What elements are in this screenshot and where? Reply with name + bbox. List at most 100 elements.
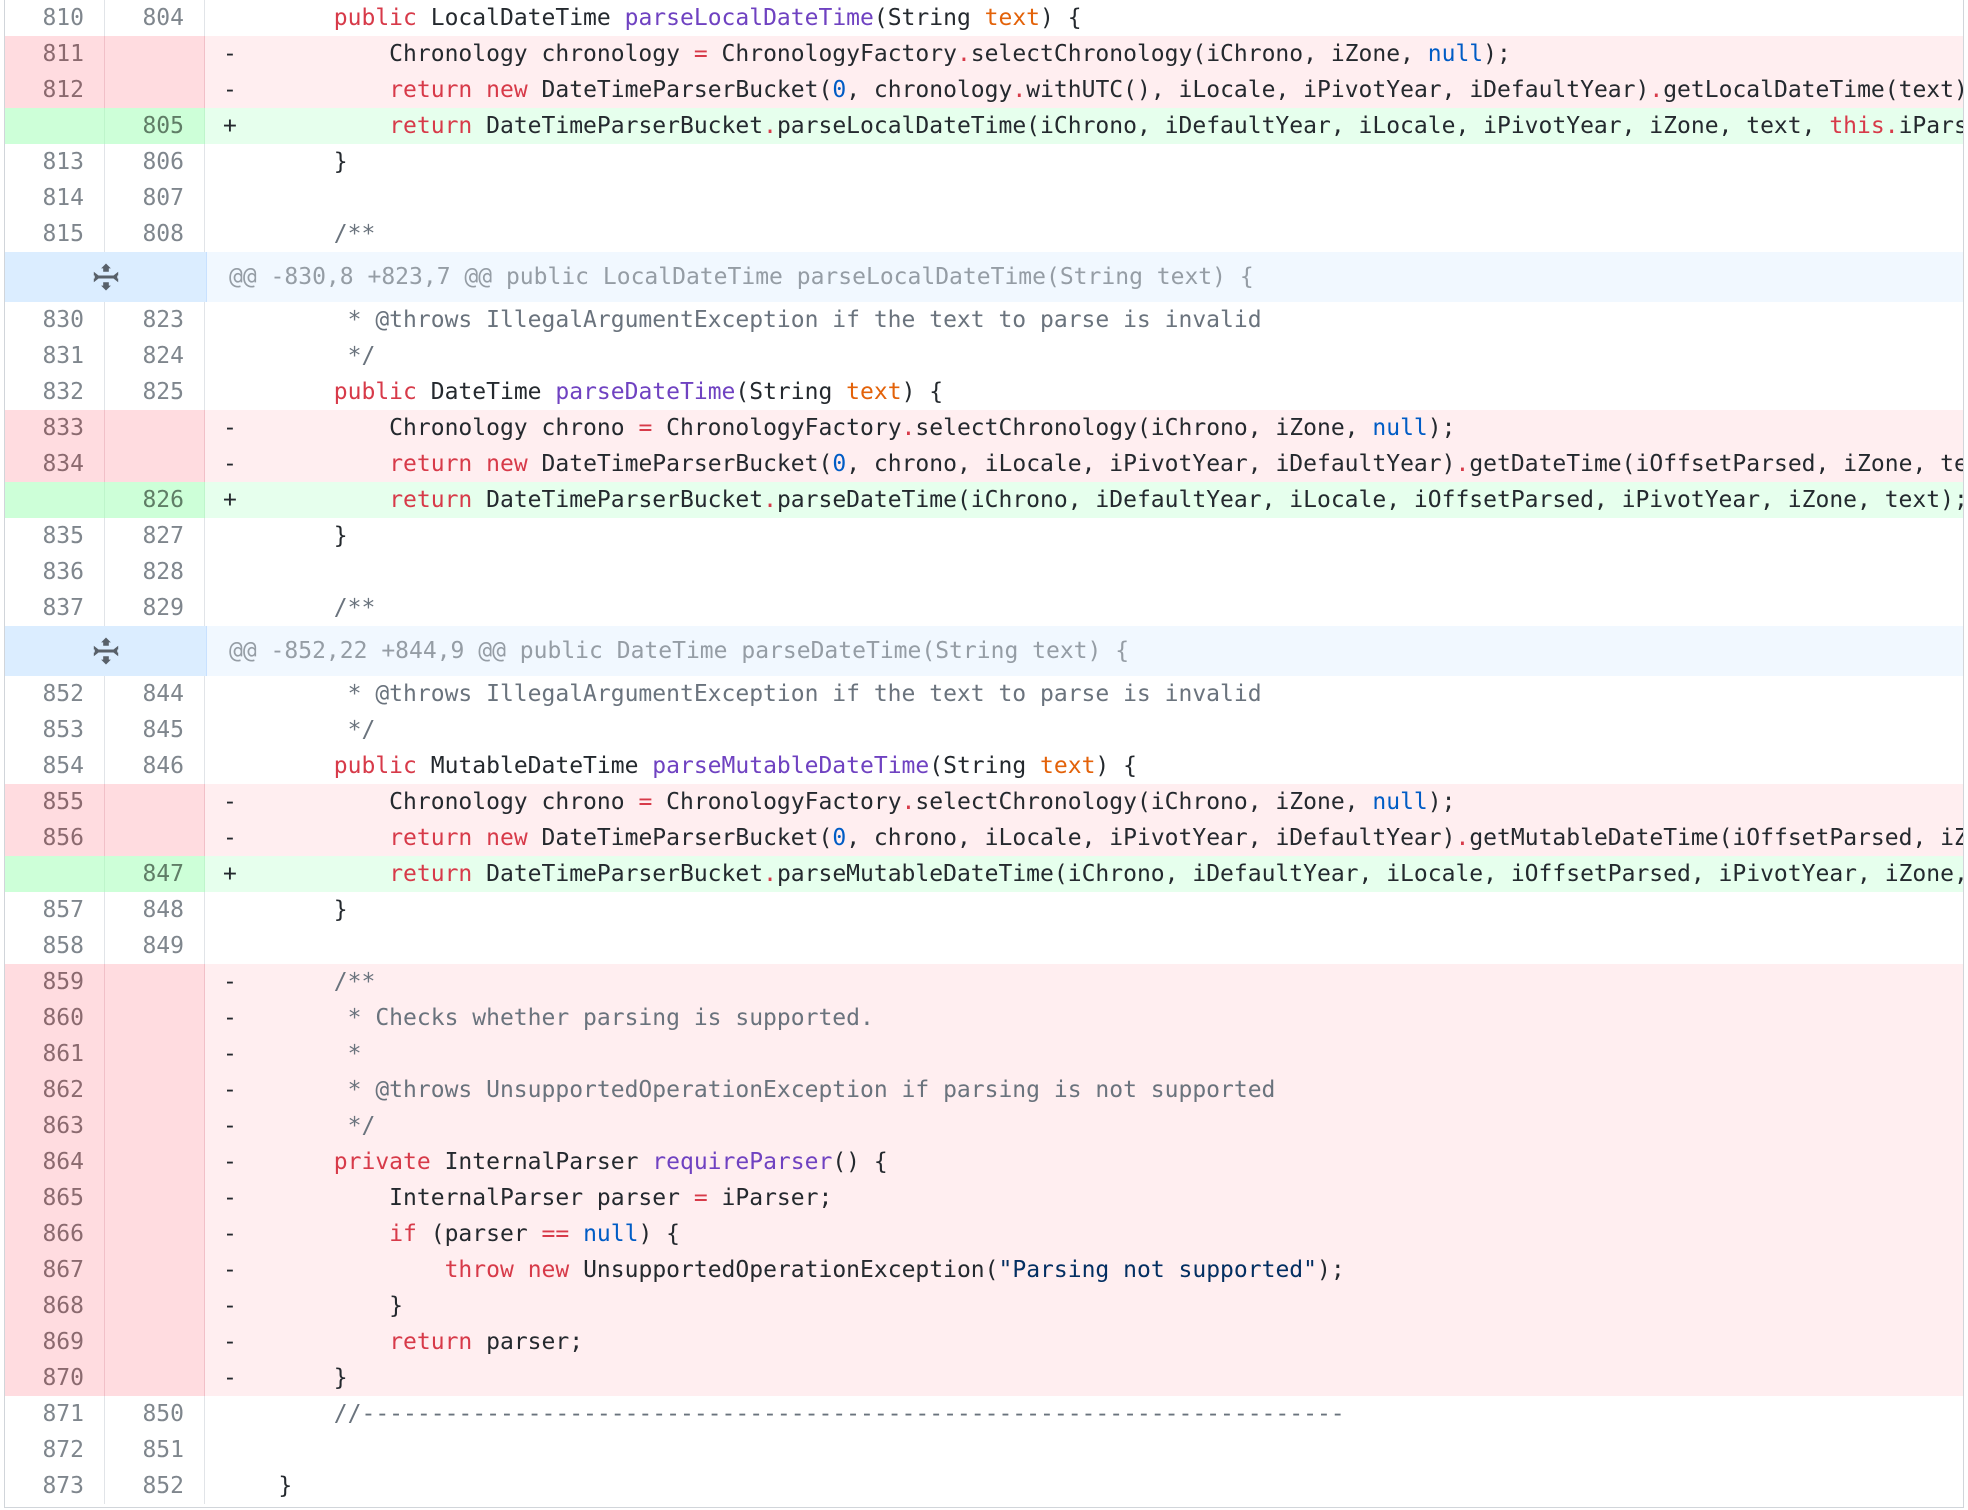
code-token: == [541, 1221, 570, 1247]
new-line-number[interactable]: 806 [105, 144, 205, 180]
new-line-number[interactable] [105, 1144, 205, 1180]
new-line-number[interactable]: 829 [105, 590, 205, 626]
old-line-number[interactable]: 811 [5, 36, 105, 72]
old-line-number[interactable]: 866 [5, 1216, 105, 1252]
new-line-number[interactable]: 845 [105, 712, 205, 748]
deleted-line: 870 - } [5, 1360, 1963, 1396]
old-line-number[interactable]: 833 [5, 410, 105, 446]
code-line: + return DateTimeParserBucket.parseLocal… [205, 108, 1963, 144]
old-line-number[interactable]: 852 [5, 676, 105, 712]
expand-hunk-button[interactable] [5, 626, 207, 676]
context-line: 872 851 [5, 1432, 1963, 1468]
new-line-number[interactable]: 825 [105, 374, 205, 410]
new-line-number[interactable] [105, 1108, 205, 1144]
deleted-line: 860 - * Checks whether parsing is support… [5, 1000, 1963, 1036]
new-line-number[interactable] [105, 36, 205, 72]
new-line-number[interactable] [105, 784, 205, 820]
new-line-number[interactable]: 804 [105, 0, 205, 36]
old-line-number[interactable]: 871 [5, 1396, 105, 1432]
unfold-icon[interactable] [91, 262, 121, 292]
new-line-number[interactable] [105, 1216, 205, 1252]
old-line-number[interactable]: 835 [5, 518, 105, 554]
old-line-number[interactable]: 832 [5, 374, 105, 410]
new-line-number[interactable]: 827 [105, 518, 205, 554]
old-line-number[interactable]: 853 [5, 712, 105, 748]
old-line-number[interactable]: 837 [5, 590, 105, 626]
deleted-line: 863 - */ [5, 1108, 1963, 1144]
code-token: . [1884, 113, 1899, 139]
new-line-number[interactable]: 849 [105, 928, 205, 964]
new-line-number[interactable]: 807 [105, 180, 205, 216]
old-line-number[interactable]: 836 [5, 554, 105, 590]
old-line-number[interactable]: 860 [5, 1000, 105, 1036]
new-line-number[interactable] [105, 964, 205, 1000]
old-line-number[interactable]: 863 [5, 1108, 105, 1144]
new-line-number[interactable]: 851 [105, 1432, 205, 1468]
old-line-number[interactable]: 870 [5, 1360, 105, 1396]
code-token: ChronologyFactory [707, 41, 957, 67]
old-line-number[interactable]: 865 [5, 1180, 105, 1216]
old-line-number[interactable]: 812 [5, 72, 105, 108]
new-line-number[interactable] [105, 1000, 205, 1036]
old-line-number[interactable]: 869 [5, 1324, 105, 1360]
old-line-number[interactable]: 872 [5, 1432, 105, 1468]
old-line-number[interactable]: 867 [5, 1252, 105, 1288]
old-line-number[interactable]: 859 [5, 964, 105, 1000]
unfold-icon[interactable] [91, 636, 121, 666]
old-line-number[interactable]: 868 [5, 1288, 105, 1324]
old-line-number[interactable]: 857 [5, 892, 105, 928]
new-line-number[interactable] [105, 1180, 205, 1216]
new-line-number[interactable]: 826 [105, 482, 205, 518]
new-line-number[interactable]: 850 [105, 1396, 205, 1432]
new-line-number[interactable] [105, 1288, 205, 1324]
old-line-number[interactable]: 854 [5, 748, 105, 784]
new-line-number[interactable] [105, 1324, 205, 1360]
old-line-number[interactable]: 813 [5, 144, 105, 180]
new-line-number[interactable]: 848 [105, 892, 205, 928]
old-line-number[interactable]: 864 [5, 1144, 105, 1180]
new-line-number[interactable] [105, 820, 205, 856]
old-line-number[interactable]: 855 [5, 784, 105, 820]
context-line: 873 852 } [5, 1468, 1963, 1504]
code-token: iParser); [1898, 113, 1963, 139]
code-token: () { [832, 1149, 888, 1175]
old-line-number[interactable]: 815 [5, 216, 105, 252]
diff-marker [223, 1401, 237, 1427]
new-line-number[interactable]: 844 [105, 676, 205, 712]
old-line-number[interactable]: 830 [5, 302, 105, 338]
old-line-number[interactable]: 862 [5, 1072, 105, 1108]
old-line-number[interactable] [5, 482, 105, 518]
new-line-number[interactable] [105, 72, 205, 108]
new-line-number[interactable]: 846 [105, 748, 205, 784]
old-line-number[interactable]: 858 [5, 928, 105, 964]
diff-marker [223, 149, 237, 175]
new-line-number[interactable]: 847 [105, 856, 205, 892]
old-line-number[interactable]: 834 [5, 446, 105, 482]
old-line-number[interactable]: 861 [5, 1036, 105, 1072]
new-line-number[interactable]: 852 [105, 1468, 205, 1504]
new-line-number[interactable]: 808 [105, 216, 205, 252]
old-line-number[interactable]: 856 [5, 820, 105, 856]
new-line-number[interactable] [105, 410, 205, 446]
old-line-number[interactable] [5, 108, 105, 144]
old-line-number[interactable]: 810 [5, 0, 105, 36]
new-line-number[interactable] [105, 1360, 205, 1396]
old-line-number[interactable]: 873 [5, 1468, 105, 1504]
new-line-number[interactable]: 824 [105, 338, 205, 374]
expand-hunk-button[interactable] [5, 252, 207, 302]
new-line-number[interactable]: 828 [105, 554, 205, 590]
code-token: return [389, 451, 473, 477]
old-line-number[interactable]: 814 [5, 180, 105, 216]
new-line-number[interactable] [105, 1252, 205, 1288]
new-line-number[interactable]: 805 [105, 108, 205, 144]
old-line-number[interactable] [5, 856, 105, 892]
new-line-number[interactable] [105, 446, 205, 482]
new-line-number[interactable] [105, 1072, 205, 1108]
old-line-number[interactable]: 831 [5, 338, 105, 374]
code-token: } [278, 523, 348, 549]
new-line-number[interactable]: 823 [105, 302, 205, 338]
code-token: DateTimeParserBucket [472, 487, 764, 513]
new-line-number[interactable] [105, 1036, 205, 1072]
